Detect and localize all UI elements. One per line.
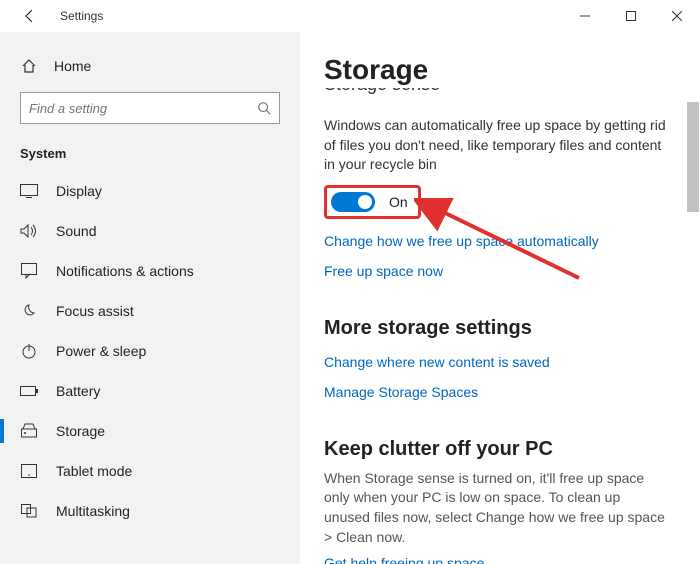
search-input[interactable]: [29, 101, 257, 116]
maximize-button[interactable]: [608, 0, 654, 32]
nav-label: Power & sleep: [56, 343, 146, 359]
multitasking-icon: [20, 504, 38, 518]
nav-label: Multitasking: [56, 503, 130, 519]
link-free-up-now[interactable]: Free up space now: [324, 263, 670, 279]
category-label: System: [0, 130, 300, 171]
tablet-icon: [20, 464, 38, 478]
storage-icon: [20, 423, 38, 439]
link-get-help-freeing[interactable]: Get help freeing up space: [324, 555, 670, 564]
window-title: Settings: [60, 9, 103, 23]
page-title: Storage: [324, 54, 670, 86]
scrollbar-track[interactable]: [686, 32, 700, 564]
back-button[interactable]: [16, 2, 44, 30]
nav-list: Display Sound Notifications & actions Fo…: [0, 171, 300, 519]
link-change-auto-free[interactable]: Change how we free up space automaticall…: [324, 233, 670, 249]
nav-storage[interactable]: Storage: [0, 411, 300, 451]
nav-notifications[interactable]: Notifications & actions: [0, 251, 300, 291]
home-icon: [20, 58, 38, 74]
storage-sense-toggle[interactable]: [331, 192, 375, 212]
home-nav[interactable]: Home: [0, 50, 300, 82]
nav-multitasking[interactable]: Multitasking: [0, 491, 300, 519]
nav-label: Focus assist: [56, 303, 134, 319]
link-change-save-location[interactable]: Change where new content is saved: [324, 354, 670, 370]
notifications-icon: [20, 263, 38, 279]
nav-label: Battery: [56, 383, 100, 399]
nav-label: Display: [56, 183, 102, 199]
nav-display[interactable]: Display: [0, 171, 300, 211]
titlebar: Settings: [0, 0, 700, 32]
home-label: Home: [54, 58, 91, 74]
link-manage-storage-spaces[interactable]: Manage Storage Spaces: [324, 384, 670, 400]
storage-sense-heading: Storage sense: [324, 88, 670, 100]
sound-icon: [20, 223, 38, 239]
nav-tablet-mode[interactable]: Tablet mode: [0, 451, 300, 491]
keep-clutter-description: When Storage sense is turned on, it'll f…: [324, 469, 670, 547]
minimize-button[interactable]: [562, 0, 608, 32]
nav-power-sleep[interactable]: Power & sleep: [0, 331, 300, 371]
nav-battery[interactable]: Battery: [0, 371, 300, 411]
search-icon: [257, 101, 271, 115]
focus-assist-icon: [20, 303, 38, 319]
toggle-state-label: On: [389, 194, 408, 210]
more-storage-heading: More storage settings: [324, 317, 670, 340]
nav-label: Storage: [56, 423, 105, 439]
battery-icon: [20, 385, 38, 397]
keep-clutter-heading: Keep clutter off your PC: [324, 438, 670, 461]
search-box[interactable]: [20, 92, 280, 124]
power-icon: [20, 343, 38, 359]
window-controls: [562, 0, 700, 32]
content-pane: Storage Storage sense Windows can automa…: [300, 32, 700, 564]
storage-sense-description: Windows can automatically free up space …: [324, 116, 670, 175]
sidebar: Home System Display Sound Notifications …: [0, 32, 300, 564]
close-button[interactable]: [654, 0, 700, 32]
scrollbar-thumb[interactable]: [687, 102, 699, 212]
nav-sound[interactable]: Sound: [0, 211, 300, 251]
nav-focus-assist[interactable]: Focus assist: [0, 291, 300, 331]
display-icon: [20, 184, 38, 198]
storage-sense-toggle-row: On: [324, 185, 421, 219]
nav-label: Notifications & actions: [56, 263, 194, 279]
nav-label: Tablet mode: [56, 463, 132, 479]
nav-label: Sound: [56, 223, 96, 239]
